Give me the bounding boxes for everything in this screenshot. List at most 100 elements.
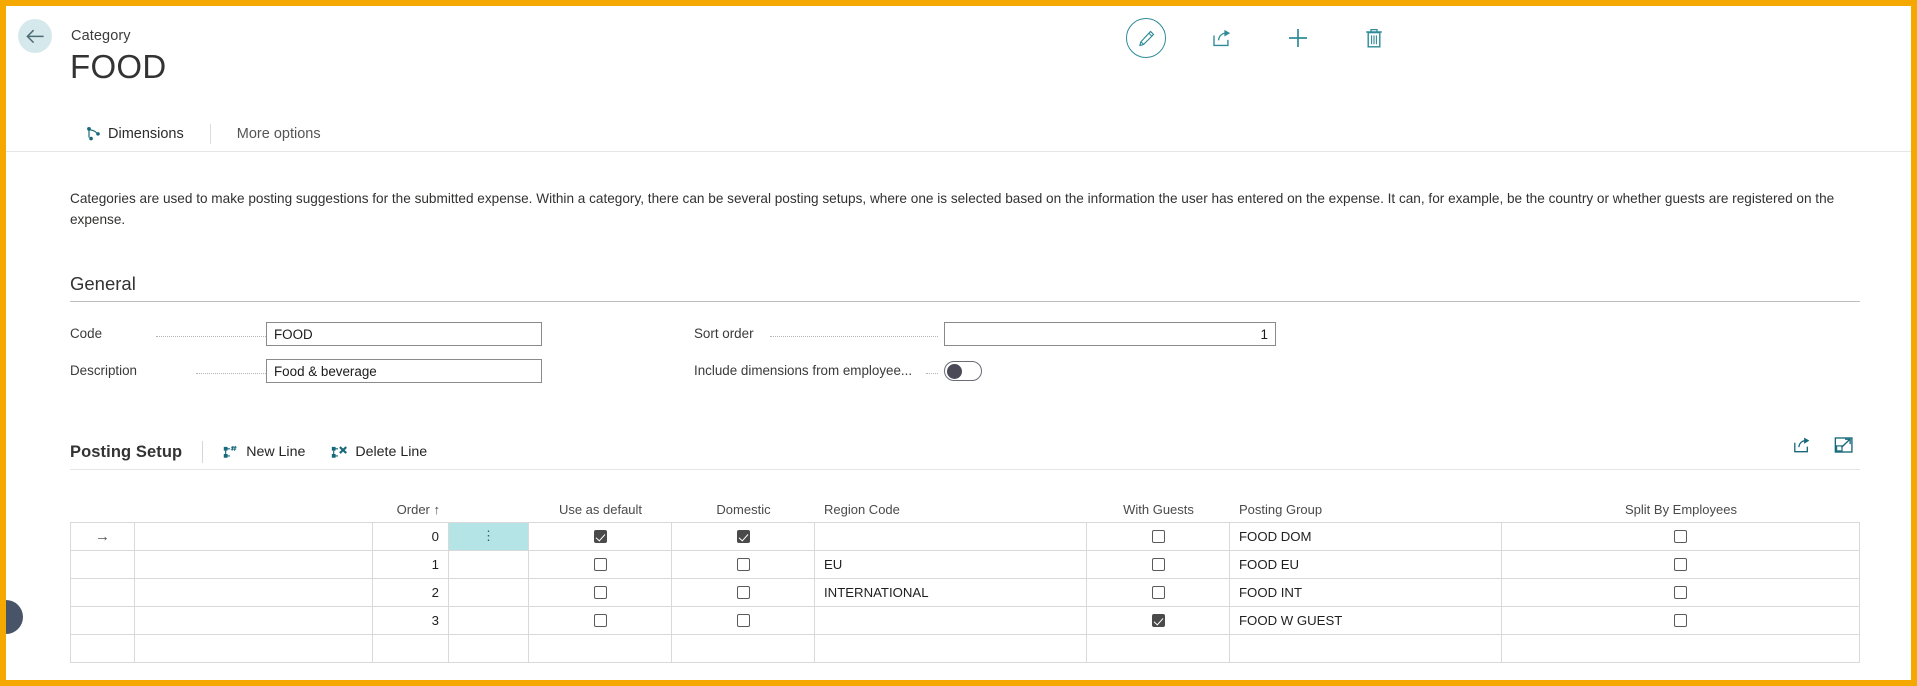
row-order[interactable]: 3 (373, 607, 449, 634)
row-domestic[interactable] (672, 607, 815, 634)
row-menu-cell[interactable] (449, 551, 529, 578)
row-use-as-default[interactable] (529, 551, 672, 578)
row-domestic[interactable] (672, 635, 815, 662)
row-checkbox[interactable] (736, 558, 750, 571)
row-blank-cell[interactable] (135, 607, 373, 634)
grid-header-with-guests[interactable]: With Guests (1087, 496, 1230, 522)
row-checkbox[interactable] (1674, 586, 1687, 599)
row-with-guests[interactable] (1087, 635, 1230, 662)
row-order[interactable]: 1 (373, 551, 449, 578)
row-with-guests[interactable] (1087, 523, 1230, 550)
row-checkbox[interactable] (593, 614, 607, 627)
row-posting-group[interactable]: FOOD EU (1230, 551, 1502, 578)
table-row[interactable] (70, 634, 1860, 662)
row-split-by-employees[interactable] (1502, 523, 1860, 550)
sort-order-label: Sort order (694, 326, 754, 341)
row-region-code[interactable]: EU (815, 551, 1087, 578)
row-domestic[interactable] (672, 551, 815, 578)
row-checkbox[interactable] (736, 530, 750, 543)
row-region-code[interactable] (815, 635, 1087, 662)
include-dimensions-label: Include dimensions from employee... (694, 363, 913, 378)
edit-button[interactable] (1126, 18, 1166, 58)
row-checkbox[interactable] (1151, 530, 1165, 543)
row-with-guests[interactable] (1087, 579, 1230, 606)
side-panel-handle[interactable] (6, 600, 23, 634)
table-row[interactable]: 2 INTERNATIONAL FOOD INT (70, 578, 1860, 606)
row-domestic[interactable] (672, 579, 815, 606)
row-posting-group[interactable]: FOOD DOM (1230, 523, 1502, 550)
row-checkbox[interactable] (593, 586, 607, 599)
row-indicator (70, 607, 135, 634)
app-frame: Category FOOD Dimensions More options Ca… (0, 0, 1917, 686)
row-blank-cell[interactable] (135, 523, 373, 550)
grid-header-indicator (70, 496, 135, 522)
row-menu-cell[interactable] (449, 579, 529, 606)
row-checkbox[interactable] (1151, 558, 1165, 571)
row-checkbox[interactable] (1674, 614, 1687, 627)
table-row[interactable]: 1 EU FOOD EU (70, 550, 1860, 578)
row-menu-cell[interactable]: ⋮ (449, 523, 529, 550)
row-domestic[interactable] (672, 523, 815, 550)
row-blank-cell[interactable] (135, 579, 373, 606)
row-menu-cell[interactable] (449, 635, 529, 662)
row-posting-group[interactable]: FOOD W GUEST (1230, 607, 1502, 634)
table-row[interactable]: → 0 ⋮ FOOD DOM (70, 522, 1860, 550)
row-checkbox[interactable] (1151, 586, 1165, 599)
row-checkbox[interactable] (593, 558, 607, 571)
row-with-guests[interactable] (1087, 551, 1230, 578)
row-checkbox[interactable] (1674, 558, 1687, 571)
grid-share-button[interactable] (1792, 436, 1812, 454)
row-checkbox[interactable] (736, 586, 750, 599)
row-with-guests[interactable] (1087, 607, 1230, 634)
grid-header-region-code[interactable]: Region Code (815, 496, 1087, 522)
back-button[interactable] (18, 19, 52, 53)
delete-line-button[interactable]: Delete Line (331, 444, 427, 460)
grid-header-order[interactable]: Order ↑ (373, 496, 449, 522)
row-blank-cell[interactable] (135, 551, 373, 578)
grid-header-posting-group[interactable]: Posting Group (1230, 496, 1502, 522)
grid-header-use-as-default[interactable]: Use as default (529, 496, 672, 522)
row-blank-cell[interactable] (135, 635, 373, 662)
row-order[interactable] (373, 635, 449, 662)
row-split-by-employees[interactable] (1502, 607, 1860, 634)
tab-more-options[interactable]: More options (223, 116, 335, 151)
row-region-code[interactable]: INTERNATIONAL (815, 579, 1087, 606)
code-field-row: Code FOOD (70, 322, 542, 348)
table-row[interactable]: 3 FOOD W GUEST (70, 606, 1860, 634)
grid-header-domestic[interactable]: Domestic (672, 496, 815, 522)
row-use-as-default[interactable] (529, 635, 672, 662)
posting-setup-title: Posting Setup (70, 442, 183, 461)
row-posting-group[interactable]: FOOD INT (1230, 579, 1502, 606)
row-menu-icon[interactable]: ⋮ (482, 529, 495, 543)
row-menu-cell[interactable] (449, 607, 529, 634)
code-input[interactable]: FOOD (266, 322, 542, 346)
new-line-button[interactable]: New Line (223, 444, 305, 460)
row-checkbox[interactable] (1674, 530, 1687, 543)
row-region-code[interactable] (815, 607, 1087, 634)
row-use-as-default[interactable] (529, 579, 672, 606)
row-checkbox[interactable] (593, 530, 607, 543)
sort-order-input[interactable]: 1 (944, 322, 1276, 346)
row-use-as-default[interactable] (529, 607, 672, 634)
delete-button[interactable] (1354, 18, 1394, 58)
include-dimensions-toggle[interactable] (944, 361, 982, 381)
row-split-by-employees[interactable] (1502, 579, 1860, 606)
row-split-by-employees[interactable] (1502, 635, 1860, 662)
code-label: Code (70, 326, 103, 341)
share-icon (1794, 437, 1810, 453)
row-order[interactable]: 0 (373, 523, 449, 550)
row-use-as-default[interactable] (529, 523, 672, 550)
row-order[interactable]: 2 (373, 579, 449, 606)
grid-header-split-by-employees[interactable]: Split By Employees (1502, 496, 1860, 522)
row-split-by-employees[interactable] (1502, 551, 1860, 578)
row-posting-group[interactable] (1230, 635, 1502, 662)
open-in-new-window-button[interactable] (1834, 436, 1854, 454)
tab-dimensions[interactable]: Dimensions (72, 116, 198, 151)
intro-text: Categories are used to make posting sugg… (70, 191, 1835, 227)
description-input[interactable]: Food & beverage (266, 359, 542, 383)
row-checkbox[interactable] (736, 614, 750, 627)
row-checkbox[interactable] (1151, 614, 1165, 627)
row-region-code[interactable] (815, 523, 1087, 550)
new-button[interactable] (1278, 18, 1318, 58)
share-button[interactable] (1202, 18, 1242, 58)
